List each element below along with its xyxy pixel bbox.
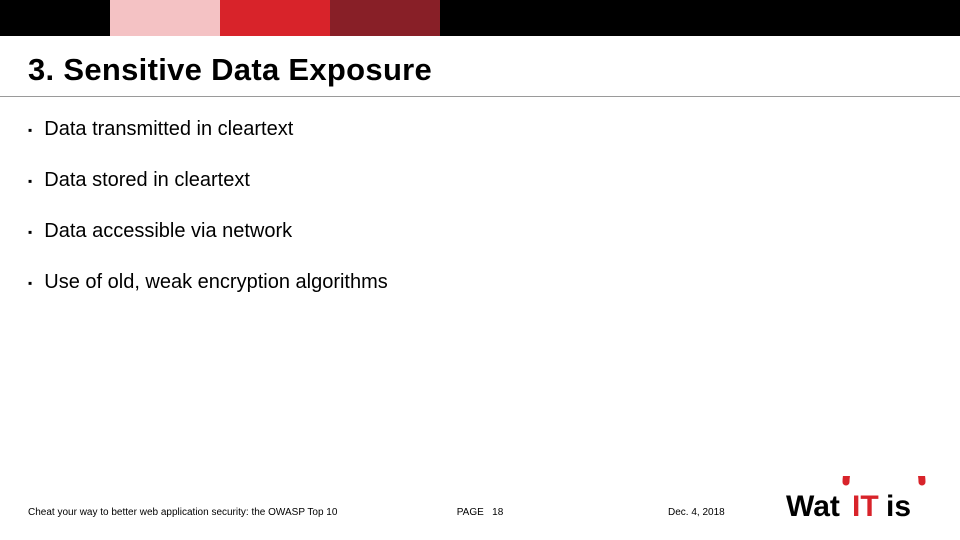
logo-text-is: is: [886, 490, 911, 523]
logo-text-it: IT: [852, 490, 879, 523]
footer-date: Dec. 4, 2018: [668, 507, 725, 518]
bullet-item: Use of old, weak encryption algorithms: [28, 271, 388, 294]
bullet-item: Data accessible via network: [28, 220, 388, 243]
bullet-item: Data stored in cleartext: [28, 169, 388, 192]
watitis-logo: Wat IT is: [786, 476, 936, 528]
topbar-segment-darkred: [330, 0, 440, 36]
title-underline: [0, 96, 960, 97]
footer-page-label: PAGE: [457, 507, 484, 518]
bullet-text: Data accessible via network: [44, 220, 292, 243]
bullet-text: Data transmitted in cleartext: [44, 118, 293, 141]
slide: 3. Sensitive Data Exposure Data transmit…: [0, 0, 960, 540]
logo-text-wat: Wat: [786, 490, 840, 523]
bullet-text: Data stored in cleartext: [44, 169, 250, 192]
footer-page-number: 18: [492, 507, 503, 518]
topbar-segment-black-left: [0, 0, 110, 36]
topbar-segment-black-right: [440, 0, 960, 36]
bullet-item: Data transmitted in cleartext: [28, 118, 388, 141]
slide-title: 3. Sensitive Data Exposure: [28, 52, 432, 88]
bullet-text: Use of old, weak encryption algorithms: [44, 271, 388, 294]
footer-page: PAGE 18: [457, 507, 504, 518]
bullet-list: Data transmitted in cleartext Data store…: [28, 118, 388, 322]
footer-title: Cheat your way to better web application…: [28, 507, 337, 518]
top-color-bar: [0, 0, 960, 36]
topbar-segment-red: [220, 0, 330, 36]
logo-arc-icon: [846, 476, 922, 482]
topbar-segment-pink: [110, 0, 220, 36]
